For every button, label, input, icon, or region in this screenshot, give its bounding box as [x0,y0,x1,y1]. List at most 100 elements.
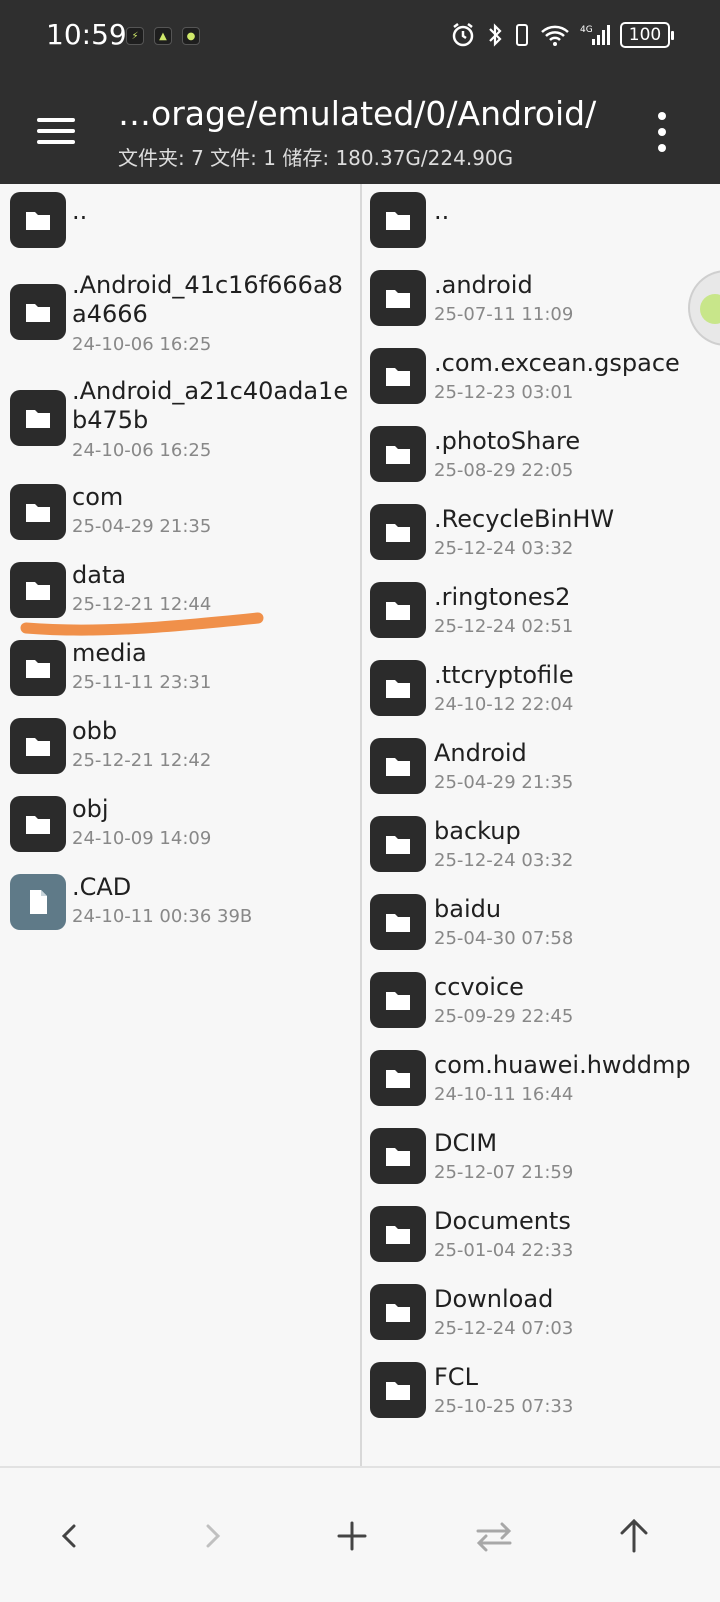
list-item[interactable]: ccvoice 25-09-29 22:45 [362,964,720,1042]
folder-icon [370,660,426,716]
folder-icon [370,816,426,872]
app-notification-icon: ⚡ [126,27,144,45]
item-date: 25-12-24 03:32 [434,850,574,871]
bottom-toolbar [0,1466,720,1602]
item-name: Download [434,1285,554,1313]
folder-icon [10,284,66,340]
item-name: .Android_a21c40ada1e [72,377,349,405]
list-item[interactable]: .ringtones2 25-12-24 02:51 [362,574,720,652]
list-item[interactable]: .android 25-07-11 11:09 [362,262,720,340]
item-date: 25-01-04 22:33 [434,1240,574,1261]
item-date: 24-10-06 16:25 [72,334,212,355]
left-file-pane: .. .Android_41c16f666a8 a4666 24-10-06 1… [0,184,360,1466]
list-item[interactable]: .com.excean.gspace 25-12-23 03:01 [362,340,720,418]
folder-icon [370,582,426,638]
list-item[interactable]: Documents 25-01-04 22:33 [362,1198,720,1276]
list-item-parent[interactable]: .. [0,184,360,262]
back-icon[interactable] [40,1506,100,1566]
folder-icon [370,426,426,482]
signal-icon: 4G [580,25,610,45]
list-item[interactable]: obj 24-10-09 14:09 [0,792,360,870]
item-date: 25-12-23 03:01 [434,382,574,403]
battery-level: 100 [628,25,662,45]
list-item[interactable]: com 25-04-29 21:35 [0,480,360,558]
menu-icon[interactable] [30,106,80,156]
item-date: 25-04-29 21:35 [434,772,574,793]
item-name: obb [72,717,118,745]
vibrate-icon [516,24,528,46]
list-item[interactable]: .photoShare 25-08-29 22:05 [362,418,720,496]
list-item[interactable]: FCL 25-10-25 07:33 [362,1354,720,1432]
list-item[interactable]: .Android_a21c40ada1e b475b 24-10-06 16:2… [0,374,360,474]
right-file-pane: .. .android 25-07-11 11:09 .com.excean.g… [362,184,720,1466]
folder-icon [10,796,66,852]
folder-icon [370,894,426,950]
item-name: .. [72,197,88,225]
orange-highlight-stroke [20,612,264,636]
list-item[interactable]: .ttcryptofile 24-10-12 22:04 [362,652,720,730]
folder-icon [370,1128,426,1184]
app-toolbar: …orage/emulated/0/Android/ 文件夹: 7 文件: 1 … [0,80,720,184]
item-name: .ringtones2 [434,583,571,611]
status-bar: 10:59 ⚡ ▲ ● 4G 100 [0,0,720,80]
forward-icon[interactable] [182,1506,242,1566]
folder-icon [370,270,426,326]
up-icon[interactable] [604,1506,664,1566]
item-date: 25-10-25 07:33 [434,1396,574,1417]
folder-icon [370,972,426,1028]
item-name-continued: b475b [72,406,149,434]
list-item[interactable]: Android 25-04-29 21:35 [362,730,720,808]
folder-icon [10,484,66,540]
item-name: Android [434,739,527,767]
item-name: Documents [434,1207,571,1235]
wifi-icon [541,25,569,46]
folder-icon [370,348,426,404]
current-path[interactable]: …orage/emulated/0/Android/ [118,94,596,133]
item-date: 25-04-29 21:35 [72,516,212,537]
folder-icon [370,1206,426,1262]
folder-icon [10,192,66,248]
item-date: 24-10-06 16:25 [72,440,212,461]
list-item[interactable]: .RecycleBinHW 25-12-24 03:32 [362,496,720,574]
list-item[interactable]: media 25-11-11 23:31 [0,636,360,714]
list-item[interactable]: DCIM 25-12-07 21:59 [362,1120,720,1198]
folder-icon [10,718,66,774]
list-item[interactable]: com.huawei.hwddmp 24-10-11 16:44 [362,1042,720,1120]
list-item[interactable]: obb 25-12-21 12:42 [0,714,360,792]
item-name: obj [72,795,109,823]
folder-icon [10,640,66,696]
status-time: 10:59 [46,18,127,51]
list-item[interactable]: .Android_41c16f666a8 a4666 24-10-06 16:2… [0,268,360,368]
add-icon[interactable] [322,1506,382,1566]
svg-text:4G: 4G [580,25,593,35]
item-date: 25-12-07 21:59 [434,1162,574,1183]
folder-icon [370,738,426,794]
item-name: com.huawei.hwddmp [434,1051,691,1079]
folder-icon [370,1050,426,1106]
swap-icon[interactable] [464,1506,524,1566]
item-name: media [72,639,147,667]
folder-icon [370,192,426,248]
list-item[interactable]: backup 25-12-24 03:32 [362,808,720,886]
item-name: .. [434,197,450,225]
storage-summary: 文件夹: 7 文件: 1 储存: 180.37G/224.90G [118,146,514,170]
list-item-parent[interactable]: .. [362,184,720,262]
item-name: .CAD [72,873,132,901]
list-item[interactable]: .CAD 24-10-11 00:36 39B [0,870,360,948]
app-notification-icon: ● [182,27,200,45]
more-options-icon[interactable] [652,108,672,156]
item-date: 25-12-24 03:32 [434,538,574,559]
item-date: 24-10-09 14:09 [72,828,212,849]
folder-icon [10,562,66,618]
list-item[interactable]: baidu 25-04-30 07:58 [362,886,720,964]
item-name: .ttcryptofile [434,661,574,689]
list-item[interactable]: Download 25-12-24 07:03 [362,1276,720,1354]
item-name: data [72,561,127,589]
bluetooth-icon [489,23,502,47]
app-notification-icon: ▲ [154,27,172,45]
item-name: .RecycleBinHW [434,505,615,533]
item-date: 25-12-24 02:51 [434,616,574,637]
item-date: 24-10-11 16:44 [434,1084,574,1105]
battery-icon: 100 [620,22,674,48]
folder-icon [370,1362,426,1418]
